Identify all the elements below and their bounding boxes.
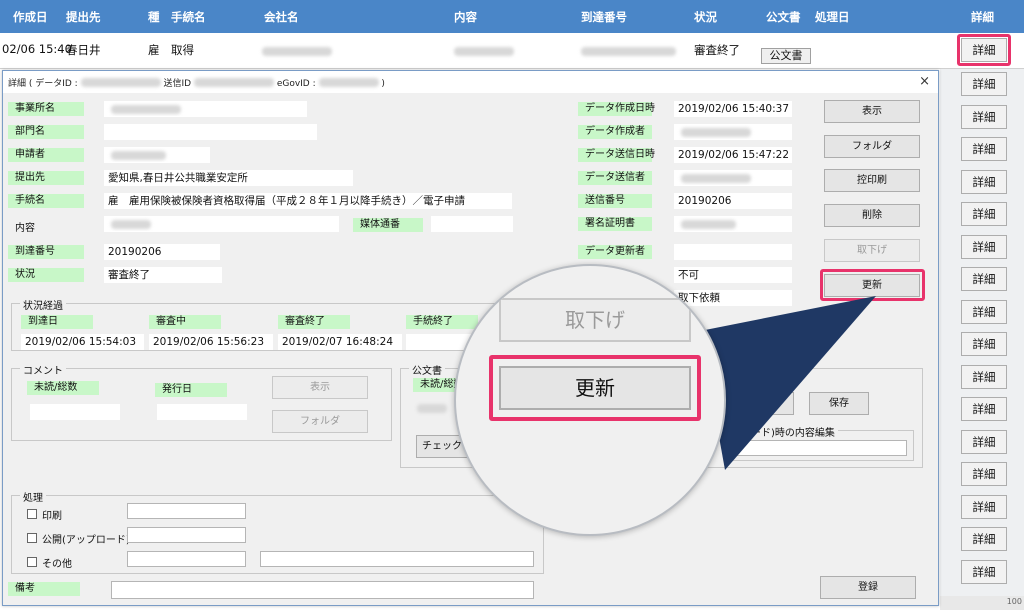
callout-wedge [700,296,876,470]
zoom-highlight [489,355,701,421]
zoom-withdraw-button: 取下げ [499,298,691,342]
zoom-magnifier: 取下げ 更新 [454,264,726,536]
